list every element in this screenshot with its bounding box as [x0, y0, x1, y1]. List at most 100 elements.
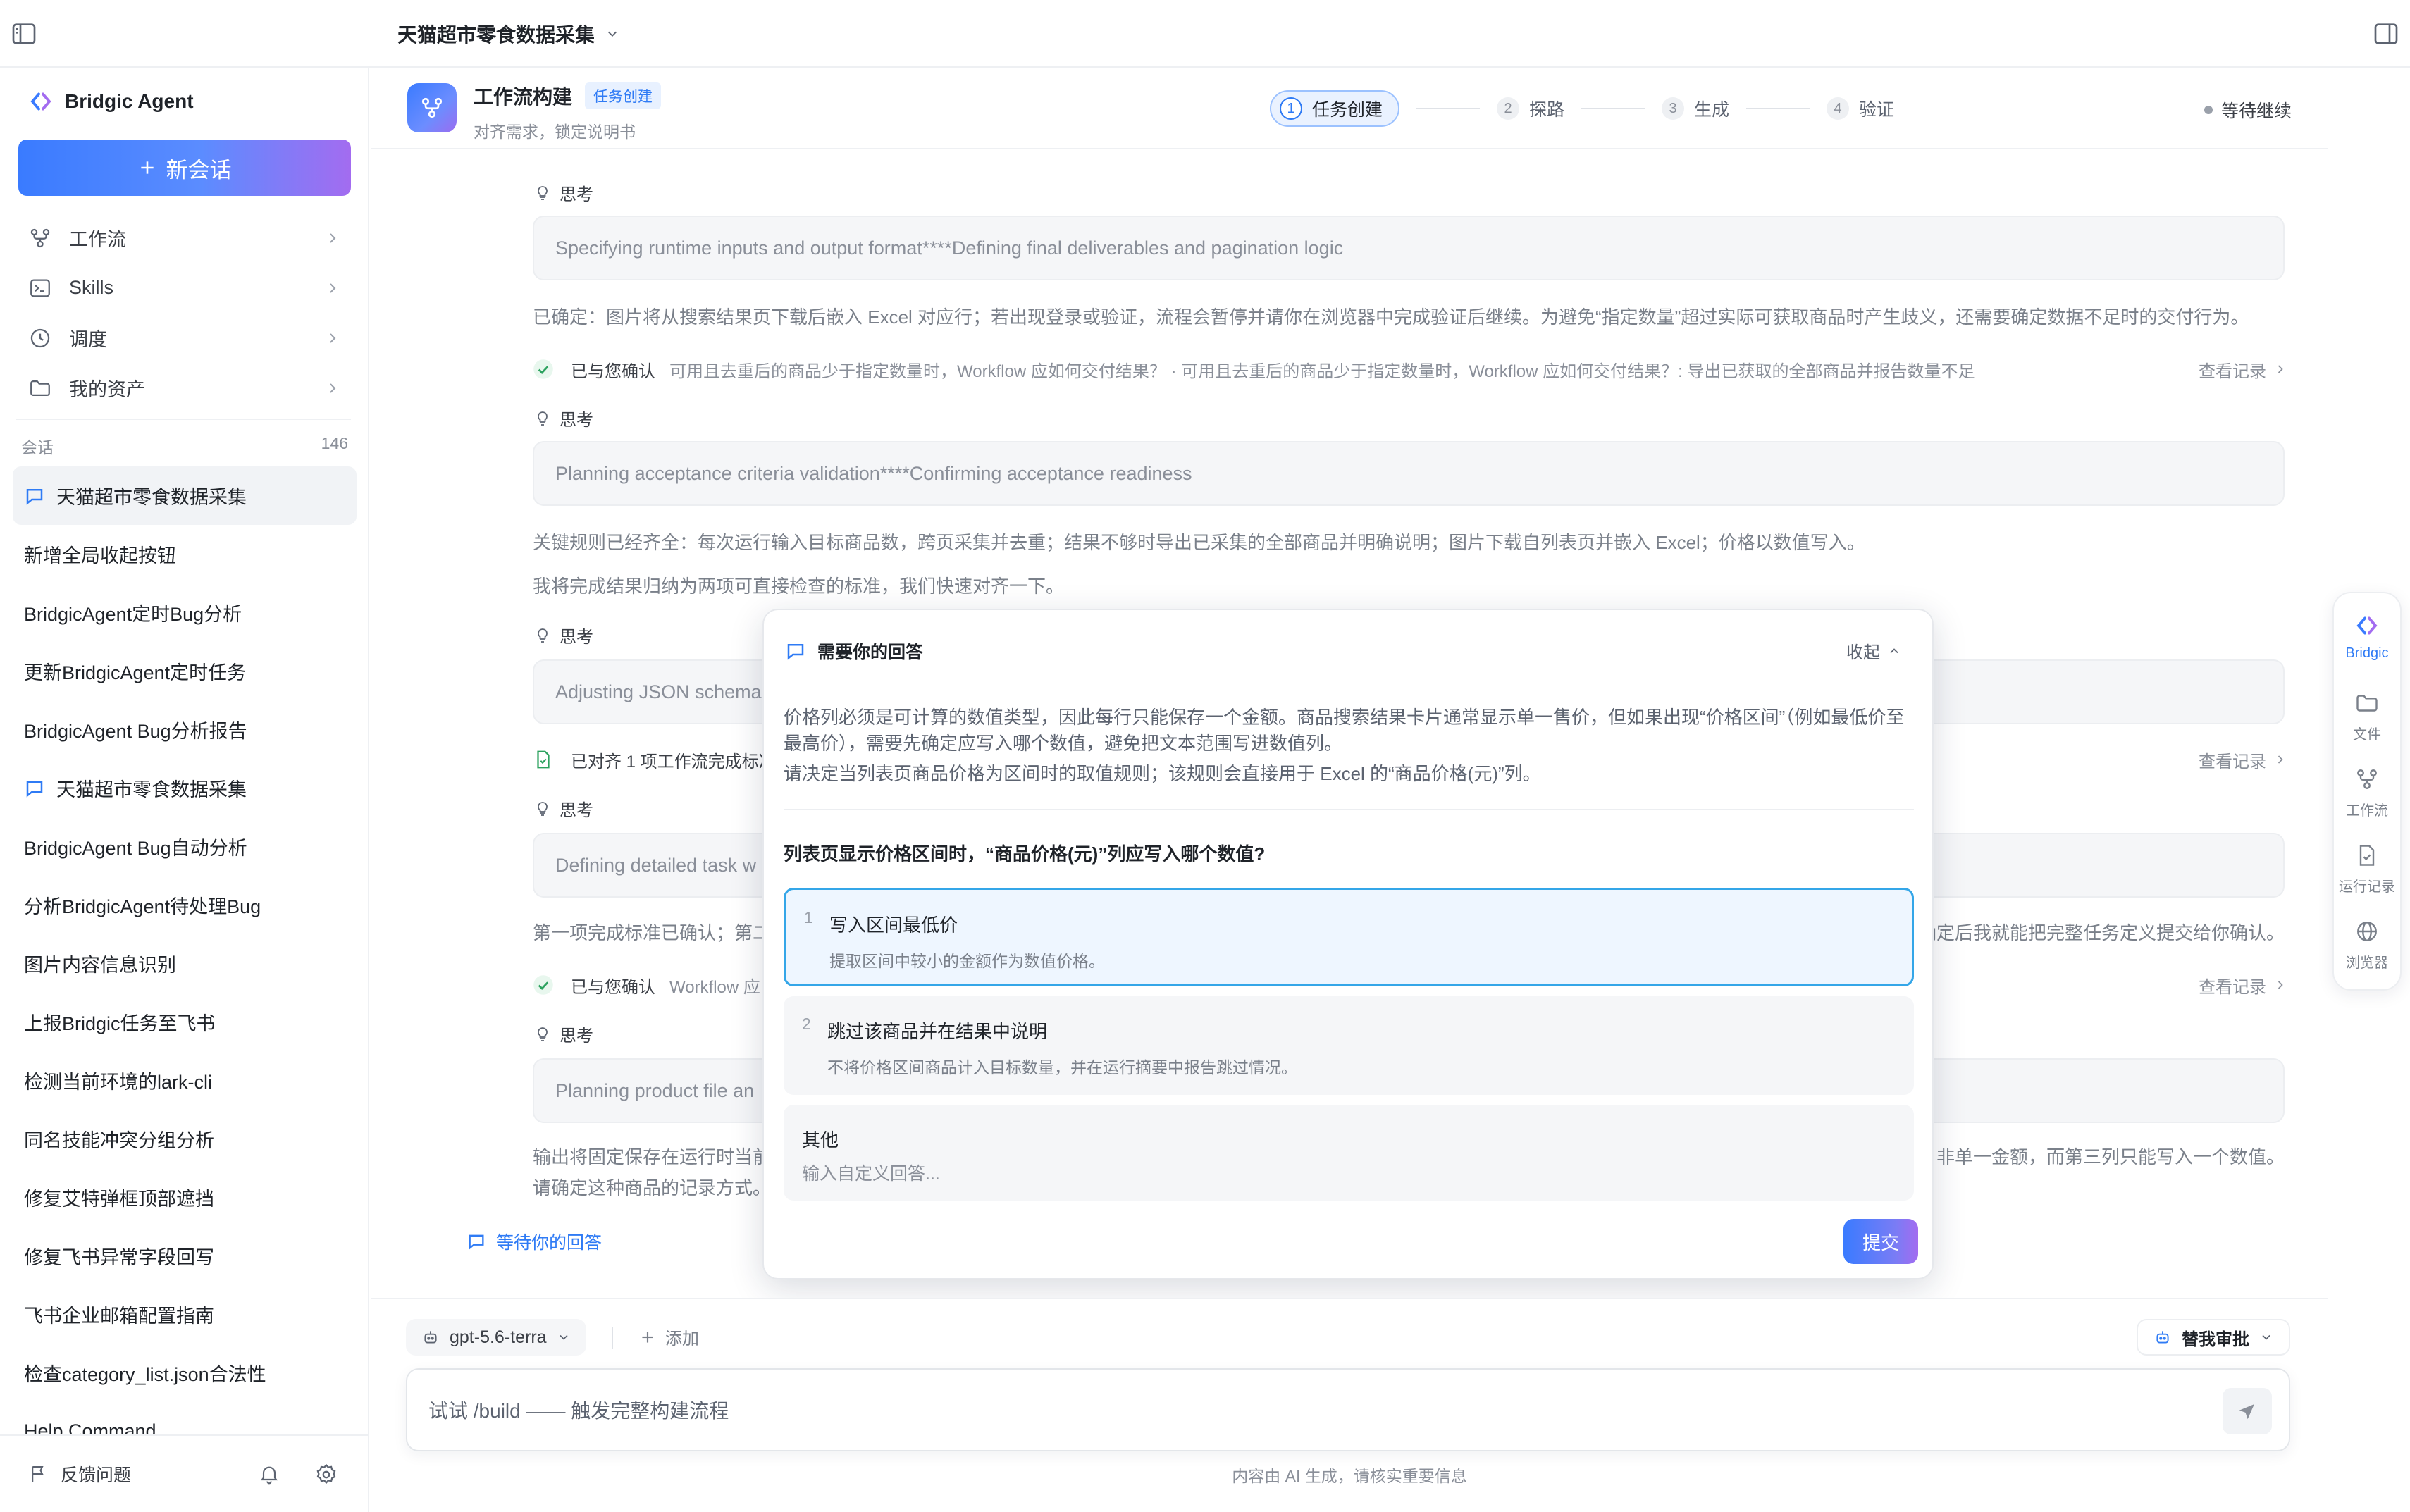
sessions-count: 146: [321, 434, 348, 452]
session-item[interactable]: 飞书企业邮箱配置指南: [13, 1285, 357, 1344]
check-circle-icon: [533, 359, 554, 380]
session-item[interactable]: 检查category_list.json合法性: [13, 1344, 357, 1402]
step-label: 探路: [1529, 100, 1565, 120]
workflow-icon: [28, 226, 52, 250]
model-selector[interactable]: gpt-5.6-terra: [406, 1319, 586, 1356]
sidebar-item-skills[interactable]: Skills: [18, 263, 351, 313]
feedback-button[interactable]: 反馈问题: [28, 1461, 131, 1487]
sidebar-toggle-icon[interactable]: [10, 20, 38, 48]
workflow-badge-icon: [407, 83, 457, 132]
session-item[interactable]: 分析BridgicAgent待处理Bug: [13, 876, 357, 934]
session-item[interactable]: 检测当前环境的lark-cli: [13, 1051, 357, 1110]
session-item[interactable]: Help Command: [13, 1402, 357, 1439]
session-label: 更新BridgicAgent定时任务: [24, 662, 247, 683]
question-text: 列表页显示价格区间时，“商品价格(元)”列应写入哪个数值?: [784, 843, 1266, 865]
session-item[interactable]: 天猫超市零食数据采集: [13, 759, 357, 817]
option-title: 写入区间最低价: [829, 915, 958, 936]
sidebar-item-label: Skills: [69, 277, 114, 298]
session-label: 修复飞书异常字段回写: [24, 1247, 214, 1268]
document-check-icon: [533, 749, 554, 770]
step-connector: [1416, 108, 1481, 109]
step-verify[interactable]: 4 验证: [1827, 96, 1894, 121]
plus-icon: [138, 159, 156, 177]
option-lowest-price[interactable]: 1 写入区间最低价 提取区间中较小的金额作为数值价格。: [784, 888, 1914, 986]
session-item[interactable]: BridgicAgent Bug分析报告: [13, 700, 357, 759]
sidebar-item-label: 我的资产: [69, 379, 145, 400]
chevron-down-icon: [557, 1330, 571, 1344]
collapse-button[interactable]: 收起: [1846, 638, 1901, 663]
confirmed-label: 已与您确认: [571, 361, 655, 381]
chevron-right-icon: [2273, 978, 2287, 992]
lightbulb-icon: [534, 627, 551, 644]
think-text: Planning acceptance criteria validation*…: [555, 462, 1192, 484]
gear-icon[interactable]: [314, 1463, 338, 1487]
rail-item-bridgic[interactable]: Bridgic: [2334, 613, 2400, 662]
step-explore[interactable]: 2 探路: [1497, 96, 1564, 121]
waiting-answer-link[interactable]: 等待你的回答: [466, 1229, 602, 1254]
think-label-text: 思考: [560, 411, 593, 430]
new-chat-button[interactable]: 新会话: [18, 140, 351, 196]
status-dot: [2204, 106, 2213, 114]
step-number: 1: [1280, 97, 1302, 120]
rail-item-browser[interactable]: 浏览器: [2334, 919, 2400, 972]
think-text: Planning product file an: [555, 1079, 755, 1101]
option-skip-item[interactable]: 2 跳过该商品并在结果中说明 不将价格区间商品计入目标数量，并在运行摘要中报告跳…: [784, 996, 1914, 1095]
dialog-header: 需要你的回答: [785, 638, 923, 664]
session-item[interactable]: BridgicAgent Bug自动分析: [13, 817, 357, 876]
check-circle-icon: [533, 974, 554, 996]
rail-item-label: Bridgic: [2345, 645, 2389, 661]
session-label: 同名技能冲突分组分析: [24, 1130, 214, 1151]
view-record-link[interactable]: 查看记录: [2199, 973, 2287, 998]
option-number: 1: [804, 908, 813, 927]
session-label: 检查category_list.json合法性: [24, 1364, 266, 1385]
lightbulb-icon: [534, 185, 551, 202]
session-item[interactable]: 新增全局收起按钮: [13, 525, 357, 583]
new-chat-label: 新会话: [166, 157, 232, 182]
confirmed-text: 可用且去重后的商品少于指定数量时，Workflow 应如何交付结果？ · 可用且…: [669, 361, 1975, 381]
divider: [784, 809, 1914, 810]
step-task-create[interactable]: 1 任务创建: [1270, 90, 1400, 127]
session-item[interactable]: 修复艾特弹框顶部遮挡: [13, 1168, 357, 1227]
bell-icon[interactable]: [258, 1463, 280, 1485]
rail-item-label: 文件: [2353, 727, 2381, 743]
view-record-link[interactable]: 查看记录: [2199, 357, 2287, 382]
message-input[interactable]: [428, 1395, 2190, 1427]
custom-answer-input[interactable]: [802, 1160, 1887, 1188]
sessions-header: 会话 146: [21, 434, 348, 458]
sidebar: Bridgic Agent 新会话 工作流 Skills 调度 我的资产 会话 …: [0, 68, 369, 1512]
right-panel-toggle-icon[interactable]: [2372, 20, 2400, 48]
session-item[interactable]: 上报Bridgic任务至飞书: [13, 993, 357, 1051]
chat-bubble-icon: [785, 640, 806, 662]
assistant-text: 关键规则已经齐全：每次运行输入目标商品数，跨页采集并去重；结果不够时导出已采集的…: [533, 532, 1865, 553]
rail-item-run-records[interactable]: 运行记录: [2334, 843, 2400, 896]
sidebar-nav: 工作流 Skills 调度 我的资产: [18, 213, 351, 413]
session-item[interactable]: 更新BridgicAgent定时任务: [13, 642, 357, 700]
sidebar-item-workflow[interactable]: 工作流: [18, 213, 351, 263]
step-generate[interactable]: 3 生成: [1662, 96, 1729, 121]
think-block[interactable]: Specifying runtime inputs and output for…: [533, 216, 2285, 280]
chevron-right-icon: [324, 380, 341, 397]
sidebar-item-schedule[interactable]: 调度: [18, 313, 351, 363]
session-item[interactable]: BridgicAgent定时Bug分析: [13, 583, 357, 642]
session-item[interactable]: 修复飞书异常字段回写: [13, 1227, 357, 1285]
option-other[interactable]: 其他: [784, 1105, 1914, 1201]
session-item[interactable]: 图片内容信息识别: [13, 934, 357, 993]
session-label: 分析BridgicAgent待处理Bug: [24, 896, 261, 917]
think-text: Adjusting JSON schema: [555, 681, 762, 702]
auto-approve-selector[interactable]: 替我审批: [2137, 1319, 2290, 1356]
think-block[interactable]: Planning acceptance criteria validation*…: [533, 441, 2285, 506]
session-item[interactable]: 天猫超市零食数据采集: [13, 466, 357, 525]
brand[interactable]: Bridgic Agent: [28, 89, 194, 114]
rail-item-workflow[interactable]: 工作流: [2334, 767, 2400, 819]
conversation-title-dropdown[interactable]: 天猫超市零食数据采集: [397, 18, 620, 49]
sidebar-item-assets[interactable]: 我的资产: [18, 363, 351, 413]
submit-button[interactable]: 提交: [1843, 1219, 1918, 1264]
brand-name: Bridgic Agent: [65, 90, 194, 112]
add-button[interactable]: 添加: [638, 1325, 699, 1349]
rail-item-files[interactable]: 文件: [2334, 690, 2400, 743]
session-label: BridgicAgent Bug分析报告: [24, 721, 247, 742]
session-item[interactable]: 同名技能冲突分组分析: [13, 1110, 357, 1168]
send-button[interactable]: [2223, 1388, 2272, 1434]
step-label: 任务创建: [1312, 100, 1383, 120]
view-record-link[interactable]: 查看记录: [2199, 748, 2287, 772]
